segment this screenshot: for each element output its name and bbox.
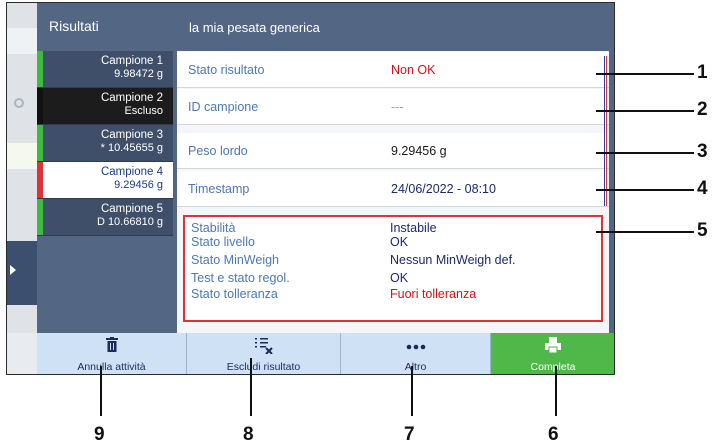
callout-line <box>250 358 252 416</box>
method-name: la mia pesata generica <box>189 20 320 35</box>
status-value: Fuori tolleranza <box>390 287 477 301</box>
complete-label: Completa <box>530 361 576 373</box>
callout-6: 6 <box>548 424 559 445</box>
sample-value: 9.98472 g <box>114 68 163 80</box>
detail-value: Non OK <box>391 63 436 77</box>
sample-value: * 10.45655 g <box>100 142 163 154</box>
callout-line <box>596 231 694 233</box>
sample-value: D 10.66810 g <box>96 216 163 228</box>
callout-4: 4 <box>697 178 708 199</box>
status-value: Instabile <box>390 221 437 235</box>
background-tab <box>7 143 37 169</box>
header-title: Risultati <box>49 18 99 34</box>
detail-label: ID campione <box>188 100 259 114</box>
sample-name: Campione 3 <box>100 129 163 141</box>
scrollbar[interactable] <box>604 56 608 206</box>
status-bar <box>37 88 43 124</box>
callout-5: 5 <box>697 220 708 241</box>
sample-item-2[interactable]: Campione 2 Escluso <box>37 88 173 125</box>
detail-row-result-status: Stato risultato Non OK <box>177 52 609 88</box>
callout-2: 2 <box>697 99 708 120</box>
detail-row-timestamp: Timestamp 24/06/2022 - 08:10 <box>177 171 609 207</box>
detail-value: --- <box>391 100 404 114</box>
sample-value: Escluso <box>124 105 163 117</box>
sample-item-5[interactable]: Campione 5 D 10.66810 g <box>37 199 173 236</box>
status-label: Stato MinWeigh <box>191 253 280 267</box>
more-icon <box>341 337 490 355</box>
status-details-box: Stabilità Instabile Stato livello OK Sta… <box>183 215 603 322</box>
status-bar <box>37 199 43 235</box>
exclude-result-button[interactable]: Escludi risultato <box>187 333 341 374</box>
more-label: Altro <box>404 361 427 373</box>
status-bar <box>37 125 43 161</box>
status-label: Stato livello <box>191 235 255 249</box>
result-details: Stato risultato Non OK ID campione --- P… <box>177 51 609 333</box>
status-bar <box>37 51 43 87</box>
sample-name: Campione 1 <box>100 55 163 67</box>
detail-label: Peso lordo <box>188 144 248 158</box>
callout-line <box>596 73 694 75</box>
callout-8: 8 <box>243 424 254 445</box>
callout-1: 1 <box>697 62 708 83</box>
status-value: Nessun MinWeigh def. <box>390 253 516 267</box>
background-circle-icon <box>14 98 24 108</box>
detail-label: Timestamp <box>188 182 250 196</box>
callout-line <box>411 366 413 416</box>
cancel-task-button[interactable]: Annulla attività <box>37 333 187 374</box>
sample-list: Campione 1 9.98472 g Campione 2 Escluso … <box>37 51 173 236</box>
detail-value: 24/06/2022 - 08:10 <box>391 182 496 196</box>
exclude-result-label: Escludi risultato <box>226 361 301 373</box>
action-bar: Annulla attività Escludi risultato Altro… <box>37 333 614 374</box>
sample-item-3[interactable]: Campione 3 * 10.45655 g <box>37 125 173 162</box>
complete-button[interactable]: Completa <box>491 333 614 374</box>
status-label: Stato tolleranza <box>191 287 278 301</box>
exclude-list-icon <box>187 337 340 359</box>
cancel-task-label: Annulla attività <box>77 361 146 373</box>
callout-line <box>100 366 102 416</box>
callout-line <box>596 152 694 154</box>
sample-value: 9.29456 g <box>114 179 163 191</box>
callout-3: 3 <box>697 141 708 162</box>
printer-icon <box>491 337 614 358</box>
detail-row-sample-id: ID campione --- <box>177 89 609 125</box>
callout-9: 9 <box>94 424 105 445</box>
more-button[interactable]: Altro <box>341 333 491 374</box>
callout-line <box>596 189 694 191</box>
chevron-right-icon <box>10 265 16 275</box>
status-bar <box>37 162 43 198</box>
sample-name: Campione 5 <box>100 203 163 215</box>
callout-line <box>555 366 557 416</box>
background-tab <box>7 28 37 54</box>
callout-line <box>596 110 694 112</box>
status-label: Test e stato regol. <box>191 271 290 285</box>
status-value: OK <box>390 235 409 249</box>
sample-name: Campione 2 <box>100 92 163 104</box>
detail-value: 9.29456 g <box>391 144 447 158</box>
detail-row-gross-weight: Peso lordo 9.29456 g <box>177 133 609 169</box>
results-header: Risultati la mia pesata generica <box>37 3 614 51</box>
status-value: OK <box>390 271 409 285</box>
trash-icon <box>37 337 186 357</box>
status-label: Stabilità <box>191 221 236 235</box>
results-panel: Risultati la mia pesata generica Campion… <box>37 3 614 333</box>
sample-name: Campione 4 <box>100 166 163 178</box>
callout-7: 7 <box>404 424 415 445</box>
sample-item-4[interactable]: Campione 4 9.29456 g <box>37 162 173 199</box>
sample-item-1[interactable]: Campione 1 9.98472 g <box>37 51 173 88</box>
detail-label: Stato risultato <box>188 63 265 77</box>
balance-screen: Risultati la mia pesata generica Campion… <box>6 2 615 375</box>
